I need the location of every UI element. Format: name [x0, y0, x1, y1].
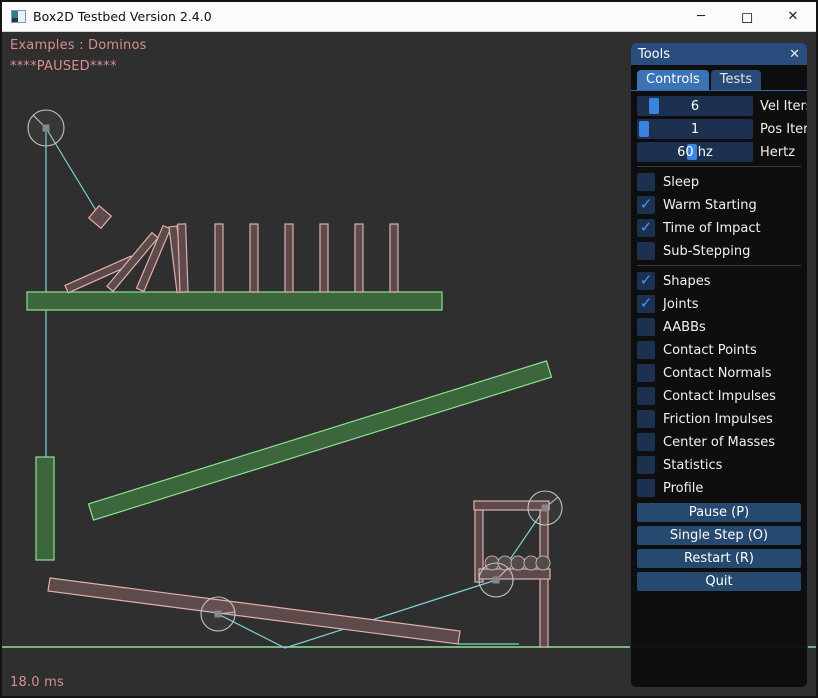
checkbox-contact-normals[interactable]: [637, 364, 655, 382]
fallen-dominoes: [65, 226, 185, 293]
checkbox-label-profile: Profile: [663, 481, 703, 496]
slider-row-vel-iters: 6 Vel Iters: [637, 96, 801, 116]
action-buttons: Pause (P) Single Step (O) Restart (R) Quit: [637, 503, 801, 591]
tools-panel: Tools ✕ Controls Tests 6 Vel Iters 1 P: [630, 42, 808, 688]
tools-panel-title: Tools: [638, 47, 670, 62]
checkbox-shapes[interactable]: ✓: [637, 272, 655, 290]
app-window: Examples : Dominos ****PAUSED**** 18.0 m…: [0, 0, 818, 698]
checkbox-row-time-of-impact: ✓ Time of Impact: [637, 219, 801, 237]
post-left: [36, 457, 54, 560]
restart-r-button[interactable]: Restart (R): [637, 549, 801, 568]
close-button[interactable]: ✕: [770, 2, 816, 31]
checkbox-time-of-impact[interactable]: ✓: [637, 219, 655, 237]
pos-iters-slider[interactable]: 1: [637, 119, 753, 139]
checkbox-row-profile: Profile: [637, 479, 801, 497]
checkbox-label-warm-starting: Warm Starting: [663, 198, 757, 213]
checkbox-row-center-of-masses: Center of Masses: [637, 433, 801, 451]
app-icon: [11, 10, 26, 23]
checkbox-label-time-of-impact: Time of Impact: [663, 221, 761, 236]
frame-time-label: 18.0 ms: [10, 675, 64, 690]
pause-p-button[interactable]: Pause (P): [637, 503, 801, 522]
checkbox-sleep[interactable]: [637, 173, 655, 191]
checkbox-row-friction-impulses: Friction Impulses: [637, 410, 801, 428]
upright-dominoes: [178, 224, 398, 292]
checkbox-row-statistics: Statistics: [637, 456, 801, 474]
checkbox-label-friction-impulses: Friction Impulses: [663, 412, 773, 427]
paused-status-label: ****PAUSED****: [10, 59, 117, 74]
tools-panel-close-icon[interactable]: ✕: [789, 48, 800, 61]
checkbox-aabbs[interactable]: [637, 318, 655, 336]
tab-controls[interactable]: Controls: [637, 70, 709, 90]
checkbox-contact-impulses[interactable]: [637, 387, 655, 405]
checkmark-icon: ✓: [640, 273, 653, 288]
pos-iters-value: 1: [637, 119, 753, 139]
checkbox-group-draw: ✓ Shapes ✓ Joints AABBs Contact Points Contact…: [637, 272, 801, 497]
ramp-middle: [89, 361, 552, 520]
checkbox-row-sleep: Sleep: [637, 173, 801, 191]
vel-iters-label: Vel Iters: [760, 99, 808, 114]
checkbox-row-contact-normals: Contact Normals: [637, 364, 801, 382]
tab-tests[interactable]: Tests: [711, 70, 761, 90]
checkbox-label-joints: Joints: [663, 297, 699, 312]
separator: [637, 265, 801, 266]
window-controls: ─ ◻ ✕: [678, 2, 816, 31]
minimize-button[interactable]: ─: [678, 2, 724, 31]
hertz-label: Hertz: [760, 145, 795, 160]
checkbox-friction-impulses[interactable]: [637, 410, 655, 428]
checkmark-icon: ✓: [640, 220, 653, 235]
checkbox-label-aabbs: AABBs: [663, 320, 706, 335]
quit-button[interactable]: Quit: [637, 572, 801, 591]
pos-iters-label: Pos Iters: [760, 122, 808, 137]
vel-iters-slider[interactable]: 6: [637, 96, 753, 116]
checkbox-row-joints: ✓ Joints: [637, 295, 801, 313]
window-titlebar: Box2D Testbed Version 2.4.0 ─ ◻ ✕: [2, 2, 816, 32]
checkbox-label-statistics: Statistics: [663, 458, 722, 473]
checkbox-label-contact-impulses: Contact Impulses: [663, 389, 776, 404]
checkbox-label-shapes: Shapes: [663, 274, 710, 289]
checkbox-row-sub-stepping: Sub-Stepping: [637, 242, 801, 260]
checkbox-warm-starting[interactable]: ✓: [637, 196, 655, 214]
slider-row-pos-iters: 1 Pos Iters: [637, 119, 801, 139]
checkbox-label-sub-stepping: Sub-Stepping: [663, 244, 750, 259]
checkbox-group-solver: Sleep ✓ Warm Starting ✓ Time of Impact Sub-St…: [637, 173, 801, 260]
checkbox-row-shapes: ✓ Shapes: [637, 272, 801, 290]
checkmark-icon: ✓: [640, 296, 653, 311]
checkbox-row-contact-points: Contact Points: [637, 341, 801, 359]
checkbox-label-center-of-masses: Center of Masses: [663, 435, 775, 450]
slider-row-hertz: 60 hz Hertz: [637, 142, 801, 162]
tools-panel-titlebar[interactable]: Tools ✕: [631, 43, 807, 65]
checkbox-joints[interactable]: ✓: [637, 295, 655, 313]
vel-iters-value: 6: [637, 96, 753, 116]
checkbox-statistics[interactable]: [637, 456, 655, 474]
checkbox-center-of-masses[interactable]: [637, 433, 655, 451]
checkbox-row-contact-impulses: Contact Impulses: [637, 387, 801, 405]
example-name-label: Examples : Dominos: [10, 38, 147, 53]
separator: [637, 166, 801, 167]
checkbox-contact-points[interactable]: [637, 341, 655, 359]
checkmark-icon: ✓: [640, 197, 653, 212]
checkbox-row-warm-starting: ✓ Warm Starting: [637, 196, 801, 214]
window-title: Box2D Testbed Version 2.4.0: [33, 9, 212, 24]
anchor-squares: [43, 125, 549, 618]
checkbox-label-contact-points: Contact Points: [663, 343, 757, 358]
hertz-value: 60 hz: [637, 142, 753, 162]
hanging-box: [89, 206, 112, 229]
checkbox-label-sleep: Sleep: [663, 175, 699, 190]
single-step-o-button[interactable]: Single Step (O): [637, 526, 801, 545]
checkbox-label-contact-normals: Contact Normals: [663, 366, 772, 381]
checkbox-sub-stepping[interactable]: [637, 242, 655, 260]
platform-top: [27, 292, 442, 310]
maximize-button[interactable]: ◻: [724, 2, 770, 31]
hertz-slider[interactable]: 60 hz: [637, 142, 753, 162]
checkbox-profile[interactable]: [637, 479, 655, 497]
tools-tabbar: Controls Tests: [631, 65, 807, 91]
checkbox-row-aabbs: AABBs: [637, 318, 801, 336]
